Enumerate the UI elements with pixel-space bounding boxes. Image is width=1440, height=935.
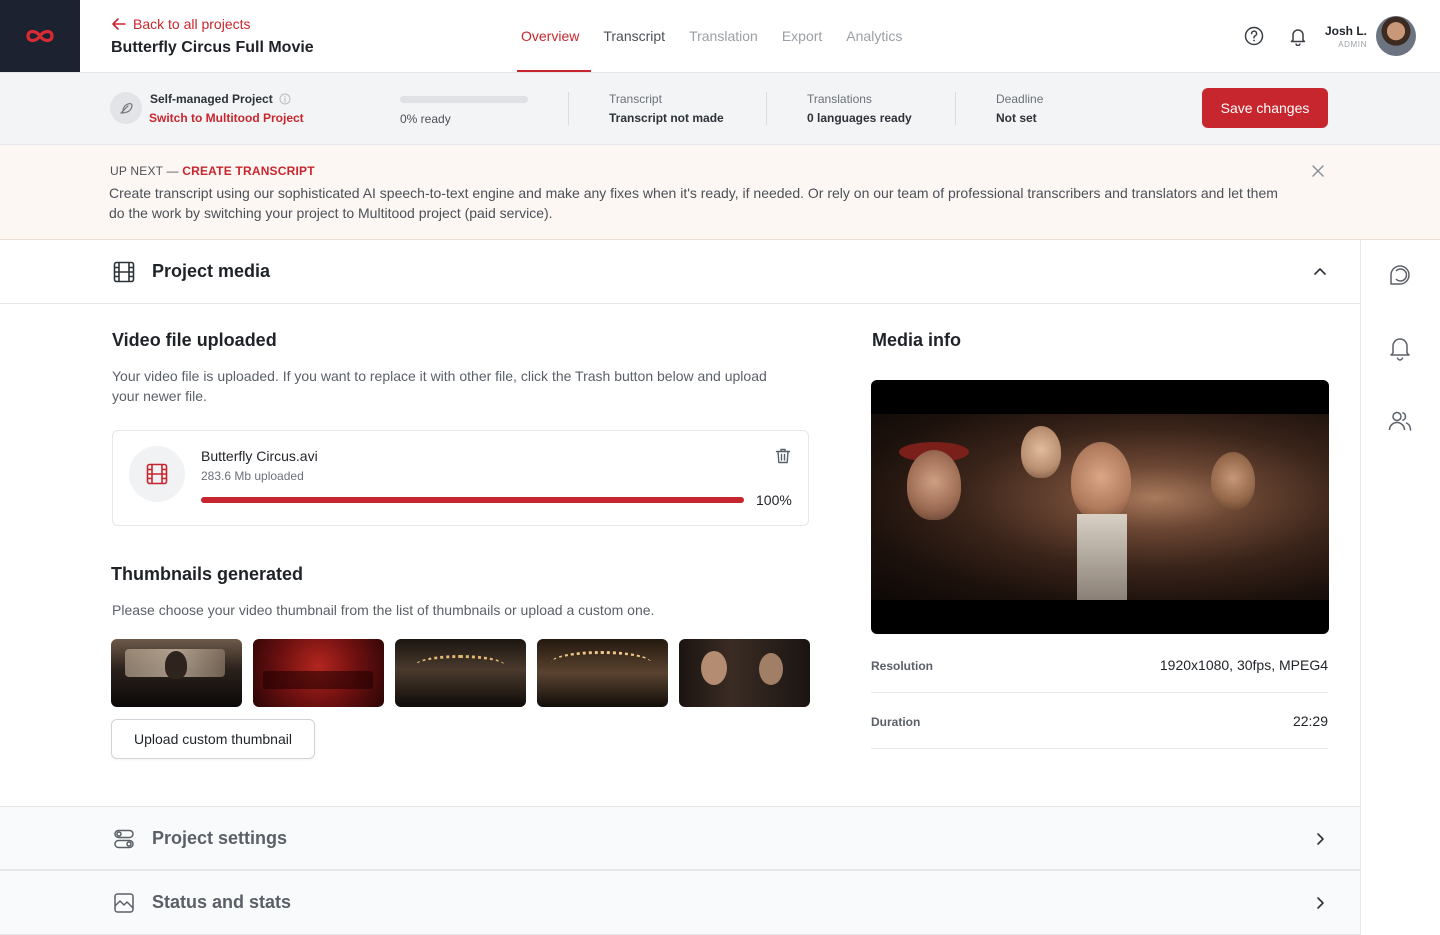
- project-settings-title: Project settings: [152, 828, 288, 848]
- tab-analytics[interactable]: Analytics: [834, 0, 914, 72]
- project-title: Butterfly Circus Full Movie: [111, 39, 314, 56]
- duration-value: 22:29: [1292, 713, 1328, 729]
- main-tabs: Overview Transcript Translation Export A…: [509, 0, 914, 72]
- upload-progress-fill: [201, 497, 744, 503]
- tab-translation[interactable]: Translation: [677, 0, 770, 72]
- resolution-label: Resolution: [871, 659, 933, 673]
- status-stats-header[interactable]: Status and stats: [0, 870, 1360, 935]
- banner-heading: UP NEXT — CREATE TRANSCRIPT: [110, 164, 315, 178]
- media-info-title: Media info: [872, 330, 961, 350]
- top-header: Back to all projects Butterfly Circus Fu…: [0, 0, 1440, 73]
- help-icon[interactable]: [1244, 26, 1264, 46]
- banner-text: Create transcript using our sophisticate…: [109, 185, 1278, 221]
- app-logo[interactable]: [0, 0, 80, 72]
- video-uploaded-title: Video file uploaded: [112, 330, 277, 350]
- save-changes-button[interactable]: Save changes: [1202, 88, 1328, 128]
- transcript-status-value: Transcript not made: [609, 111, 724, 125]
- thumbnail-option[interactable]: [111, 639, 242, 707]
- thumbnail-option[interactable]: [395, 639, 526, 707]
- transcript-status-label: Transcript: [609, 92, 662, 106]
- project-progress-label: 0% ready: [400, 112, 451, 126]
- video-frame: [871, 414, 1329, 600]
- upload-custom-thumbnail-button[interactable]: Upload custom thumbnail: [111, 719, 315, 759]
- project-media-header[interactable]: Project media: [0, 240, 1360, 304]
- tab-export[interactable]: Export: [770, 0, 834, 72]
- up-next-banner: UP NEXT — CREATE TRANSCRIPT Create trans…: [0, 145, 1440, 240]
- upload-progress-label: 100%: [756, 492, 792, 508]
- self-managed-badge: [110, 92, 142, 124]
- uploaded-file-card: Butterfly Circus.avi 283.6 Mb uploaded 1…: [112, 430, 809, 526]
- chevron-up-icon[interactable]: [1312, 264, 1328, 280]
- project-progress-bar: [400, 96, 528, 103]
- project-status-bar: Self-managed Project Switch to Multitood…: [0, 73, 1440, 145]
- video-uploaded-description: Your video file is uploaded. If you want…: [112, 368, 767, 404]
- user-name: Josh L.: [1324, 24, 1367, 38]
- translations-status-value: 0 languages ready: [807, 111, 912, 125]
- feather-icon: [120, 102, 133, 114]
- info-icon[interactable]: [279, 93, 291, 105]
- project-settings-header[interactable]: Project settings: [0, 806, 1360, 870]
- film-icon: [146, 463, 168, 485]
- resolution-value: 1920x1080, 30fps, MPEG4: [1159, 657, 1328, 673]
- chevron-right-icon[interactable]: [1312, 831, 1328, 847]
- status-stats-title: Status and stats: [152, 892, 292, 912]
- project-media-title: Project media: [152, 261, 271, 281]
- chart-icon: [114, 893, 134, 913]
- upload-progress-bar: [201, 497, 744, 503]
- translations-status-label: Translations: [807, 92, 872, 106]
- file-size: 283.6 Mb uploaded: [201, 469, 304, 483]
- duration-label: Duration: [871, 715, 921, 729]
- file-name: Butterfly Circus.avi: [201, 448, 318, 464]
- media-info-row-duration: Duration 22:29: [871, 693, 1328, 749]
- user-role: ADMIN: [1338, 40, 1367, 49]
- logo-icon: [26, 29, 54, 43]
- thumbnails-title: Thumbnails generated: [111, 564, 304, 584]
- right-rail: [1360, 240, 1440, 935]
- toggles-icon: [114, 829, 134, 849]
- divider: [955, 92, 956, 125]
- divider: [568, 92, 569, 125]
- trash-icon[interactable]: [774, 447, 792, 465]
- deadline-value: Not set: [996, 111, 1037, 125]
- arrow-left-icon: [112, 18, 126, 30]
- notifications-icon[interactable]: [1387, 335, 1413, 361]
- back-link-label: Back to all projects: [133, 16, 251, 32]
- banner-action[interactable]: CREATE TRANSCRIPT: [182, 164, 315, 178]
- thumbnail-option[interactable]: [253, 639, 384, 707]
- tab-transcript[interactable]: Transcript: [591, 0, 677, 72]
- thumbnail-option[interactable]: [537, 639, 668, 707]
- divider: [766, 92, 767, 125]
- comments-icon[interactable]: [1387, 262, 1413, 288]
- film-icon: [113, 261, 135, 283]
- project-type-label: Self-managed Project: [150, 92, 291, 106]
- close-icon[interactable]: [1310, 163, 1326, 179]
- file-type-badge: [129, 446, 185, 502]
- thumbnails-description: Please choose your video thumbnail from …: [112, 602, 655, 618]
- tab-overview[interactable]: Overview: [509, 0, 592, 72]
- users-icon[interactable]: [1387, 408, 1413, 434]
- deadline-label: Deadline: [996, 92, 1044, 106]
- media-info-row-resolution: Resolution 1920x1080, 30fps, MPEG4: [871, 637, 1328, 693]
- avatar[interactable]: [1376, 16, 1416, 56]
- thumbnail-list: [111, 639, 810, 707]
- chevron-right-icon[interactable]: [1312, 895, 1328, 911]
- switch-project-type-link[interactable]: Switch to Multitood Project: [149, 111, 304, 125]
- back-to-projects-link[interactable]: Back to all projects: [111, 16, 251, 32]
- bell-icon[interactable]: [1288, 26, 1308, 46]
- video-preview[interactable]: [871, 380, 1329, 634]
- thumbnail-option[interactable]: [679, 639, 810, 707]
